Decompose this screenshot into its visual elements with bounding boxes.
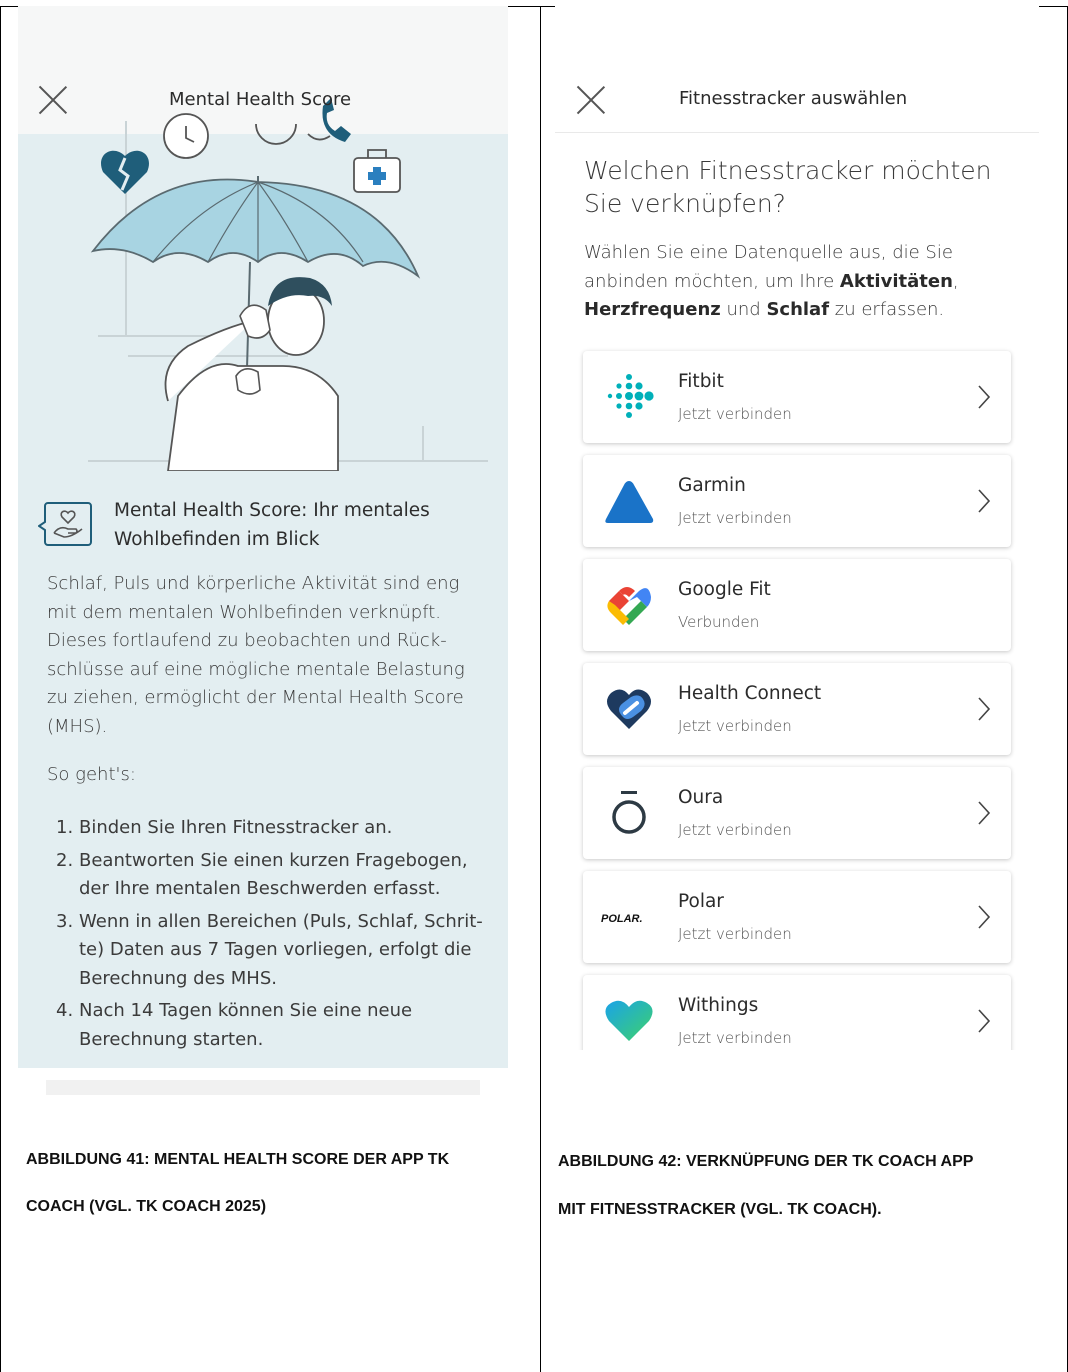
svg-text:POLAR.: POLAR. xyxy=(601,913,643,925)
figure-caption-42-line2: MIT FITNESSTRACKER (VGL. TK COACH). xyxy=(558,1201,882,1218)
section-heading: Mental Health Score: Ihr mentales Wohlbe… xyxy=(114,500,430,550)
tracker-name: Google Fit xyxy=(678,579,771,600)
scroll-strip xyxy=(46,1080,480,1095)
list-item: 4. Nach 14 Tagen können Sie eine neue Ber… xyxy=(56,1000,413,1050)
withings-icon xyxy=(605,1000,653,1041)
tracker-name: Health Connect xyxy=(678,683,822,704)
chevron-right-icon xyxy=(978,801,991,825)
intro-paragraph: Schlaf, Puls und körperliche Aktivität s… xyxy=(47,573,465,737)
chevron-right-icon xyxy=(978,905,991,929)
figure-caption-41-line2: COACH (VGL. TK COACH 2025) xyxy=(26,1198,267,1215)
tracker-status: Verbunden xyxy=(678,613,760,631)
health-connect-icon xyxy=(607,689,651,729)
table-middle-border xyxy=(540,6,541,1372)
close-icon[interactable] xyxy=(37,84,69,116)
tracker-card-polar[interactable]: POLAR. Polar Jetzt verbinden xyxy=(583,871,1011,963)
google-fit-icon xyxy=(607,587,651,625)
heart-hand-icon xyxy=(38,502,92,546)
chevron-right-icon xyxy=(978,697,991,721)
tracker-status: Jetzt verbinden xyxy=(678,717,792,735)
list-cutoff xyxy=(555,1050,1039,1080)
list-item: 3. Wenn in allen Bereichen (Puls, Schlaf,… xyxy=(56,910,483,989)
polar-icon: POLAR. xyxy=(601,913,643,925)
tracker-card-health-connect[interactable]: Health Connect Jetzt verbinden xyxy=(583,663,1011,755)
chevron-right-icon xyxy=(978,489,991,513)
list-item: 2. Beantworten Sie einen kurzen Frageboge… xyxy=(56,849,468,900)
app-header xyxy=(555,6,1039,133)
table-left-border xyxy=(0,6,1,1372)
mental-health-score-screen: Mental Health Score: Ihr mentales Wohlbe… xyxy=(18,6,508,1068)
umbrella-illustration xyxy=(88,98,488,471)
steps-list: 1. Binden Sie Ihren Fitnesstracker an. 2.… xyxy=(56,814,496,1058)
first-aid-kit-icon xyxy=(353,149,401,193)
close-icon[interactable] xyxy=(575,84,607,116)
list-item: 1. Binden Sie Ihren Fitnesstracker an. xyxy=(56,817,393,838)
tracker-name: Garmin xyxy=(678,475,746,496)
fitbit-icon xyxy=(607,374,654,418)
oura-icon xyxy=(612,791,646,834)
tracker-card-oura[interactable]: Oura Jetzt verbinden xyxy=(583,767,1011,859)
tracker-card-fitbit[interactable]: Fitbit Jetzt verbinden xyxy=(583,351,1011,443)
question-heading: Welchen Fitnesstracker möchten Sie verkn… xyxy=(584,156,992,218)
page-title: Mental Health Score xyxy=(169,89,352,110)
fitnesstracker-screen: Fitnesstracker auswählen Welchen Fitness… xyxy=(555,6,1039,1080)
figure-caption-42-line1: ABBILDUNG 42: VERKNÜPFUNG DER TK COACH A… xyxy=(558,1153,974,1170)
tracker-name: Fitbit xyxy=(678,371,724,392)
tracker-card-garmin[interactable]: Garmin Jetzt verbinden xyxy=(583,455,1011,547)
tracker-name: Oura xyxy=(678,787,724,808)
so-gehts-label: So geht's: xyxy=(47,764,136,785)
tracker-card-google-fit[interactable]: Google Fit Verbunden xyxy=(583,559,1011,651)
tracker-name: Polar xyxy=(678,891,724,912)
tracker-status: Jetzt verbinden xyxy=(678,1029,792,1047)
tracker-status: Jetzt verbinden xyxy=(678,821,792,839)
tracker-status: Jetzt verbinden xyxy=(678,405,792,423)
chevron-right-icon xyxy=(978,1009,991,1033)
tracker-status: Jetzt verbinden xyxy=(678,509,792,527)
figure-caption-41-line1: ABBILDUNG 41: MENTAL HEALTH SCORE DER AP… xyxy=(26,1151,450,1168)
garmin-icon xyxy=(605,481,654,523)
chevron-right-icon xyxy=(978,385,991,409)
page-title: Fitnesstracker auswählen xyxy=(679,88,908,109)
tracker-name: Withings xyxy=(678,995,759,1016)
tracker-status: Jetzt verbinden xyxy=(678,925,792,943)
description: Wählen Sie eine Datenquelle aus, die Sie… xyxy=(584,242,959,320)
